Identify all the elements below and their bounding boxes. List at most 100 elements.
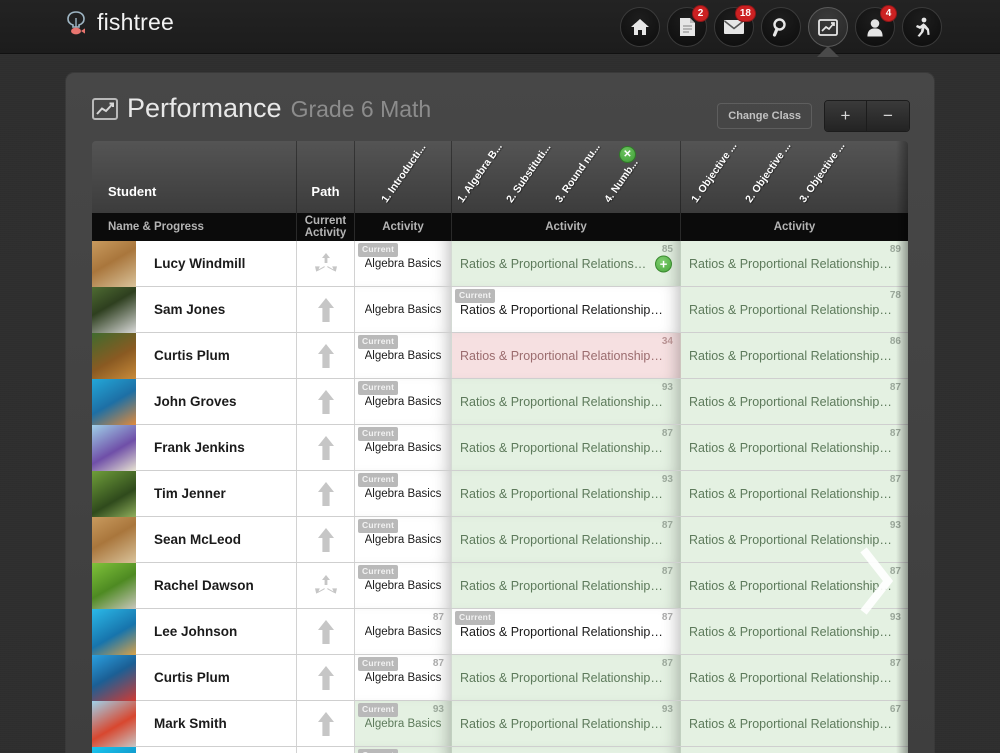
activity-cell[interactable]: Algebra BasicsCurrent	[355, 333, 452, 378]
change-class-button[interactable]: Change Class	[717, 103, 812, 129]
table-row[interactable]: Mark Smith Algebra Basics Current 93 Ratios …	[92, 700, 908, 747]
nav-documents-button[interactable]: 2	[667, 5, 709, 47]
activity-cell[interactable]: Ratios & Proportional Relationships Part…	[681, 379, 908, 424]
table-row[interactable]: Curtis Plum Algebra Basics Current Ratios &…	[92, 332, 908, 379]
activity-cell-label: Algebra Basics	[364, 395, 442, 408]
activity-cell[interactable]: Ratios & Proportional Relationships Part…	[452, 701, 681, 746]
nav-messages-button[interactable]: 18	[714, 5, 756, 47]
path-cell[interactable]	[297, 333, 355, 378]
path-cell[interactable]	[297, 241, 355, 286]
add-activity-icon[interactable]: +	[655, 255, 672, 272]
path-cell[interactable]	[297, 517, 355, 562]
header-rot-label[interactable]: 1. Objective ...	[689, 141, 739, 205]
activity-cell[interactable]: Ratios & Proportional Relationships Part…	[452, 747, 681, 753]
activity-cell[interactable]: Ratios & Proportional Relationships Part…	[681, 701, 908, 746]
header-rot-label[interactable]: 3. Objective ...	[797, 141, 847, 205]
brand[interactable]: fishtree	[64, 9, 174, 36]
student-cell[interactable]: Sean McLeod	[92, 516, 297, 563]
activity-cell[interactable]: Ratios & Proportional Relationships… 85+	[452, 241, 681, 286]
header-rot-label[interactable]: 4. Numb...	[602, 157, 641, 205]
nav-performance-button[interactable]	[808, 7, 848, 57]
nav-activity-button[interactable]	[902, 7, 942, 47]
table-row[interactable]: Tim Jenner Algebra Basics Current Ratios & …	[92, 470, 908, 517]
table-row[interactable]: Lucy Windmill Algebra Basics Current Ratios…	[92, 240, 908, 287]
activity-cell[interactable]: Algebra Basics Current 87	[355, 655, 452, 700]
header-group1-column[interactable]: 1. Introducti...	[355, 141, 452, 213]
table-row[interactable]: Lee Johnson Algebra Basics 87 Ratios & Prop…	[92, 608, 908, 655]
path-cell[interactable]	[297, 747, 355, 753]
student-cell[interactable]: Frank Jenkins	[92, 424, 297, 471]
activity-cell[interactable]: Ratios & Proportional Relationships Part…	[681, 333, 908, 378]
activity-cell[interactable]: Ratios & Proportional Relationships Part…	[452, 655, 681, 700]
activity-cell[interactable]: Ratios & Proportional Relationships Part…	[681, 655, 908, 700]
path-cell[interactable]	[297, 379, 355, 424]
path-cell[interactable]	[297, 655, 355, 700]
activity-cell[interactable]: Ratios & Proportional Relationships Part…	[452, 471, 681, 516]
activity-cell[interactable]: Algebra BasicsCurrent	[355, 471, 452, 516]
avatar	[92, 700, 136, 747]
nav-profile-button[interactable]: 4	[855, 5, 897, 47]
header-group2-column[interactable]: 1. Algebra B... 2. Substituti... 3. Roun…	[452, 141, 681, 213]
header-rot-label[interactable]: 1. Algebra B...	[455, 141, 505, 205]
student-cell[interactable]: Lee Johnson	[92, 608, 297, 655]
activity-cell[interactable]: Ratios & Proportional Relationships Part…	[681, 287, 908, 332]
path-cell[interactable]	[297, 563, 355, 608]
activity-cell[interactable]: Ratios & Proportional Relationships Part…	[681, 241, 908, 286]
activity-cell[interactable]: Ratios & Proportional Relationships Part…	[452, 287, 681, 332]
header-rot-label[interactable]: 1. Introducti...	[379, 142, 428, 205]
activity-cell[interactable]: Algebra Basics 87	[355, 609, 452, 654]
activity-cell[interactable]: Ratios & Proportional Relationships Part…	[452, 379, 681, 424]
next-page-button[interactable]	[856, 545, 896, 617]
student-cell[interactable]: Curtis Plum	[92, 332, 297, 379]
header-group3-column[interactable]: 1. Objective ... 2. Objective ... 3. Obj…	[681, 141, 908, 213]
activity-cell[interactable]: Ratios & Proportional Relationships Part…	[452, 425, 681, 470]
student-name: Lucy Windmill	[154, 256, 246, 271]
table-row[interactable]: Sam Jones Algebra Basics Ratios & Proporti…	[92, 286, 908, 333]
activity-cell[interactable]: Ratios & Proportional Relationships Part…	[681, 425, 908, 470]
table-row[interactable]: Algebra BasicsCurrentRatios & Proportion…	[92, 746, 908, 753]
path-cell[interactable]	[297, 287, 355, 332]
path-cell[interactable]	[297, 609, 355, 654]
activity-cell[interactable]: Algebra Basics	[355, 287, 452, 332]
activity-cell[interactable]: Ratios & Proportional Relationships Part…	[452, 333, 681, 378]
student-cell[interactable]: Tim Jenner	[92, 470, 297, 517]
header-path-column[interactable]: Path	[297, 141, 355, 213]
close-group-icon[interactable]: ✕	[619, 146, 636, 163]
student-cell[interactable]: Mark Smith	[92, 700, 297, 747]
table-row[interactable]: Rachel Dawson Algebra Basics Current Ratios…	[92, 562, 908, 609]
table-row[interactable]: Frank Jenkins Algebra Basics Current Ratios…	[92, 424, 908, 471]
activity-cell[interactable]: Ratios & Proportional Relationships Part…	[452, 609, 681, 654]
nav-home-button[interactable]	[620, 7, 660, 47]
student-cell[interactable]: Lucy Windmill	[92, 240, 297, 287]
student-name: John Groves	[154, 394, 237, 409]
student-cell[interactable]: Sam Jones	[92, 286, 297, 333]
header-student-column[interactable]: Student	[92, 141, 297, 213]
path-cell[interactable]	[297, 425, 355, 470]
add-column-button[interactable]: +	[825, 101, 867, 131]
path-cell[interactable]	[297, 471, 355, 516]
activity-cell[interactable]: Ratios & Proportional Relationships Part…	[452, 563, 681, 608]
activity-cell[interactable]: Ratios & Proportional Relationships Part…	[681, 471, 908, 516]
activity-cell[interactable]: Algebra BasicsCurrent	[355, 241, 452, 286]
header-rot-label[interactable]: 2. Substituti...	[504, 142, 553, 205]
student-cell[interactable]	[92, 746, 297, 753]
table-row[interactable]: John Groves Algebra Basics Current Ratios &…	[92, 378, 908, 425]
student-cell[interactable]: Rachel Dawson	[92, 562, 297, 609]
header-rot-label[interactable]: 2. Objective ...	[743, 141, 793, 205]
remove-column-button[interactable]: −	[867, 101, 909, 131]
activity-cell[interactable]: Ratios & Proportional Relationships Part…	[681, 747, 908, 753]
activity-cell[interactable]: Algebra BasicsCurrent	[355, 563, 452, 608]
header-rot-label[interactable]: 3. Round nu...	[553, 141, 603, 205]
path-cell[interactable]	[297, 701, 355, 746]
student-cell[interactable]: Curtis Plum	[92, 654, 297, 701]
activity-cell[interactable]: Algebra BasicsCurrent	[355, 379, 452, 424]
activity-cell[interactable]: Algebra BasicsCurrent	[355, 517, 452, 562]
activity-cell[interactable]: Algebra BasicsCurrent	[355, 747, 452, 753]
nav-search-button[interactable]	[761, 7, 801, 47]
table-row[interactable]: Curtis Plum Algebra Basics Current 87 Ratios…	[92, 654, 908, 701]
activity-cell[interactable]: Algebra Basics Current 93	[355, 701, 452, 746]
activity-cell[interactable]: Algebra BasicsCurrent	[355, 425, 452, 470]
table-row[interactable]: Sean McLeod Algebra Basics Current Ratios &…	[92, 516, 908, 563]
activity-cell[interactable]: Ratios & Proportional Relationships Part…	[452, 517, 681, 562]
student-cell[interactable]: John Groves	[92, 378, 297, 425]
